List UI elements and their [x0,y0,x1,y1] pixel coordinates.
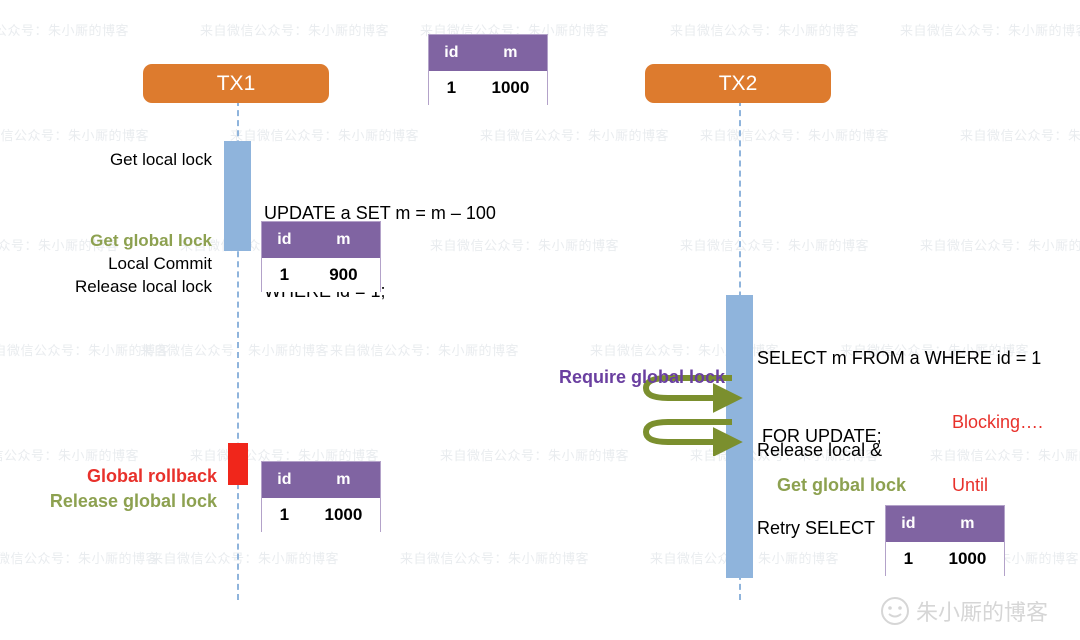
column-header-m: m [503,44,518,61]
watermark-text: 来自微信公众号：朱小厮的博客 [900,24,1080,39]
table-header-row: id m [262,222,380,258]
watermark-text: 来自微信公众号：朱小厮的博客 [0,552,160,567]
cell-id: 1 [279,265,290,284]
table-header-row: id m [262,462,380,498]
diagram-canvas: 来自微信公众号：朱小厮的博客来自微信公众号：朱小厮的博客来自微信公众号：朱小厮的… [0,0,1080,640]
smiley-face-icon [881,597,909,625]
column-header-id: id [901,515,916,532]
watermark-text: 来自微信公众号：朱小厮的博客 [200,24,390,39]
retry-arrow-2 [642,419,743,456]
brand-logo: 朱小厮的博客 [880,595,1048,627]
tx2-header-pill[interactable]: TX2 [645,64,831,103]
tx1-rollback-bar [228,443,248,485]
table-header-row: id m [429,35,547,71]
cell-m: 1000 [948,549,987,568]
watermark-text: 来自微信公众号：朱小厮的博客 [230,129,420,144]
tx1-header-pill[interactable]: TX1 [143,64,329,103]
watermark-text: 来自微信公众号：朱小厮的博客 [670,24,860,39]
column-header-m: m [336,471,351,488]
column-header-m: m [336,231,351,248]
watermark-text: 来自微信公众号：朱小厮的博客 [960,129,1080,144]
label-release-local-lock: Release local lock [74,277,212,296]
label-blocking: Blocking…. [952,412,1044,432]
table-after-update: id m 1 900 [261,221,381,292]
table-header-row: id m [886,506,1004,542]
label-require-global-lock: Require global lock [558,367,725,387]
table-row: 1 1000 [886,542,1004,576]
column-header-m: m [960,515,975,532]
tx2-label: TX2 [718,71,758,95]
cell-id: 1 [446,78,457,97]
watermark-text: 来自微信公众号：朱小厮的博客 [440,449,630,464]
watermark-text: 来自微信公众号：朱小厮的博客 [480,129,670,144]
watermark-text: 来自微信公众号：朱小厮的博客 [0,344,170,359]
cell-id: 1 [279,505,290,524]
watermark-text: 来自微信公众号：朱小厮的博客 [400,552,590,567]
table-row: 1 900 [262,258,380,292]
tx1-label: TX1 [216,71,256,95]
label-release-global-lock: Release global lock [49,491,217,511]
column-header-id: id [444,44,459,61]
tx1-activation-bar [224,141,251,251]
column-header-id: id [277,471,292,488]
table-tx2-read: id m 1 1000 [885,505,1005,576]
column-header-id: id [277,231,292,248]
watermark-text: 来自微信公众号：朱小厮的博客 [0,24,130,39]
brand-name: 朱小厮的博客 [916,601,1049,626]
table-initial-top: id m 1 1000 [428,34,548,105]
watermark-text: 来自微信公众号：朱小厮的博客 [680,239,870,254]
watermark-text: 来自微信公众号：朱小厮的博客 [150,552,340,567]
table-row: 1 1000 [262,498,380,532]
watermark-text: 来自微信公众号：朱小厮的博客 [920,239,1080,254]
cell-m: 1000 [491,78,530,97]
label-get-local-lock: Get local lock [109,150,212,169]
watermark-text: 来自微信公众号：朱小厮的博客 [700,129,890,144]
cell-id: 1 [903,549,914,568]
table-row: 1 1000 [429,71,547,105]
cell-m: 1000 [324,505,363,524]
table-after-rollback: id m 1 1000 [261,461,381,532]
sql-select-line1: SELECT m FROM a WHERE id = 1 [757,348,1042,368]
cell-m: 900 [329,265,358,284]
